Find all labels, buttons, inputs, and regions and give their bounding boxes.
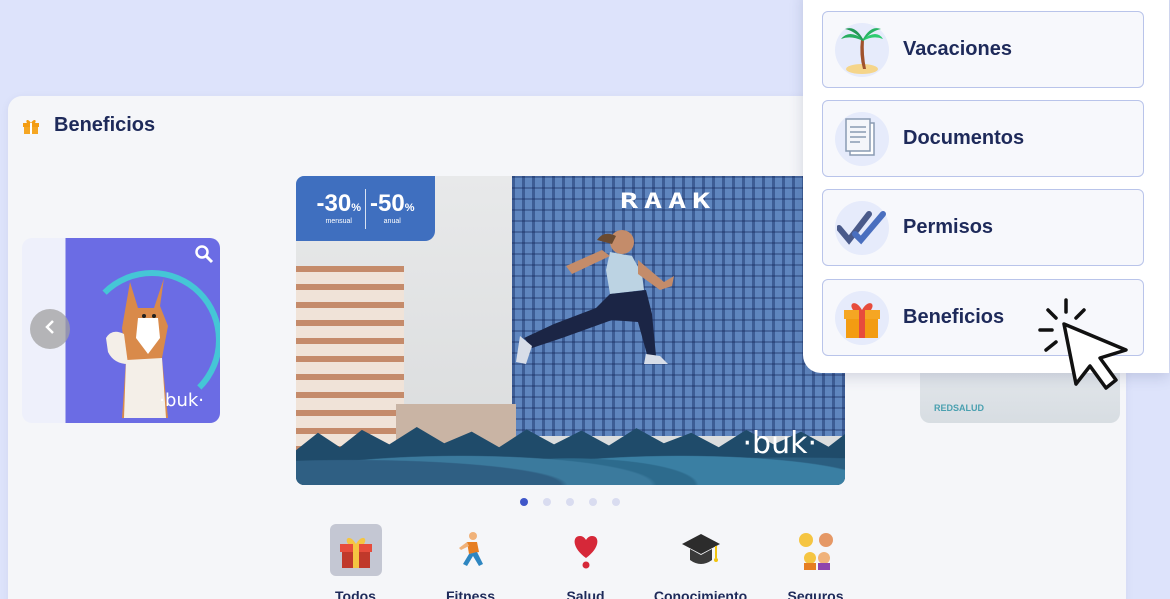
family-icon	[790, 524, 842, 576]
document-icon	[835, 111, 889, 166]
menu-item-permisos[interactable]: Permisos	[822, 189, 1144, 266]
carousel-dots	[520, 498, 620, 506]
heart-icon	[560, 524, 612, 576]
menu-item-label: Beneficios	[903, 306, 1005, 328]
promo-monthly-symbol: %	[351, 202, 361, 214]
category-label: Conocimiento	[653, 588, 748, 599]
brand-logo-redsalud: REDSALUD	[934, 403, 985, 413]
category-todos[interactable]: Todos	[298, 524, 413, 599]
carousel-dot[interactable]	[566, 498, 574, 506]
carousel-dot[interactable]	[589, 498, 597, 506]
double-check-icon	[835, 200, 889, 255]
promo-monthly-caption: mensual	[325, 218, 352, 225]
promo-monthly: -30% mensual	[316, 190, 361, 226]
category-salud[interactable]: Salud	[528, 524, 643, 599]
brand-logo: ·buk·	[742, 426, 817, 461]
partner-logo: RAAK	[620, 189, 717, 214]
carousel-dot[interactable]	[543, 498, 551, 506]
promo-annual: -50% anual	[370, 190, 415, 226]
carousel-banner[interactable]: -30% mensual -50% anual RAAK ·buk·	[296, 176, 845, 485]
category-label: Salud	[566, 588, 605, 599]
carousel-prev-button[interactable]	[30, 309, 70, 349]
gift-icon	[835, 290, 889, 345]
page-title: Beneficios	[54, 114, 156, 136]
menu-item-label: Vacaciones	[903, 38, 1012, 60]
category-filter: Todos Fitness Salud Conocimiento Seguros	[298, 524, 873, 599]
category-fitness[interactable]: Fitness	[413, 524, 528, 599]
runner-icon	[445, 524, 497, 576]
runner-illustration	[516, 230, 674, 364]
brand-logo: ·buk·	[159, 390, 204, 411]
category-label: Seguros	[787, 588, 844, 599]
graduation-cap-icon	[675, 524, 727, 576]
menu-item-documentos[interactable]: Documentos	[822, 100, 1144, 177]
palm-tree-icon	[835, 22, 889, 77]
category-seguros[interactable]: Seguros	[758, 524, 873, 599]
category-label: Todos	[335, 588, 376, 599]
promo-annual-caption: anual	[383, 218, 401, 225]
promo-annual-value: -50	[370, 190, 405, 217]
category-label: Fitness	[445, 588, 495, 599]
carousel-dot[interactable]	[520, 498, 528, 506]
pointer-cursor-icon	[1038, 298, 1128, 390]
menu-item-label: Permisos	[903, 216, 994, 238]
menu-item-label: Documentos	[903, 127, 1025, 149]
carousel-dot[interactable]	[612, 498, 620, 506]
gift-icon	[329, 524, 382, 576]
promo-separator	[365, 188, 366, 229]
category-conocimiento[interactable]: Conocimiento	[643, 524, 758, 599]
promo-badge: -30% mensual -50% anual	[296, 176, 435, 241]
menu-item-vacaciones[interactable]: Vacaciones	[822, 11, 1144, 88]
chevron-left-icon	[43, 319, 57, 340]
promo-annual-symbol: %	[404, 202, 415, 214]
gift-icon	[22, 117, 40, 135]
search-icon	[194, 244, 214, 264]
panel-header: Beneficios	[22, 114, 155, 137]
promo-monthly-value: -30	[316, 190, 352, 217]
